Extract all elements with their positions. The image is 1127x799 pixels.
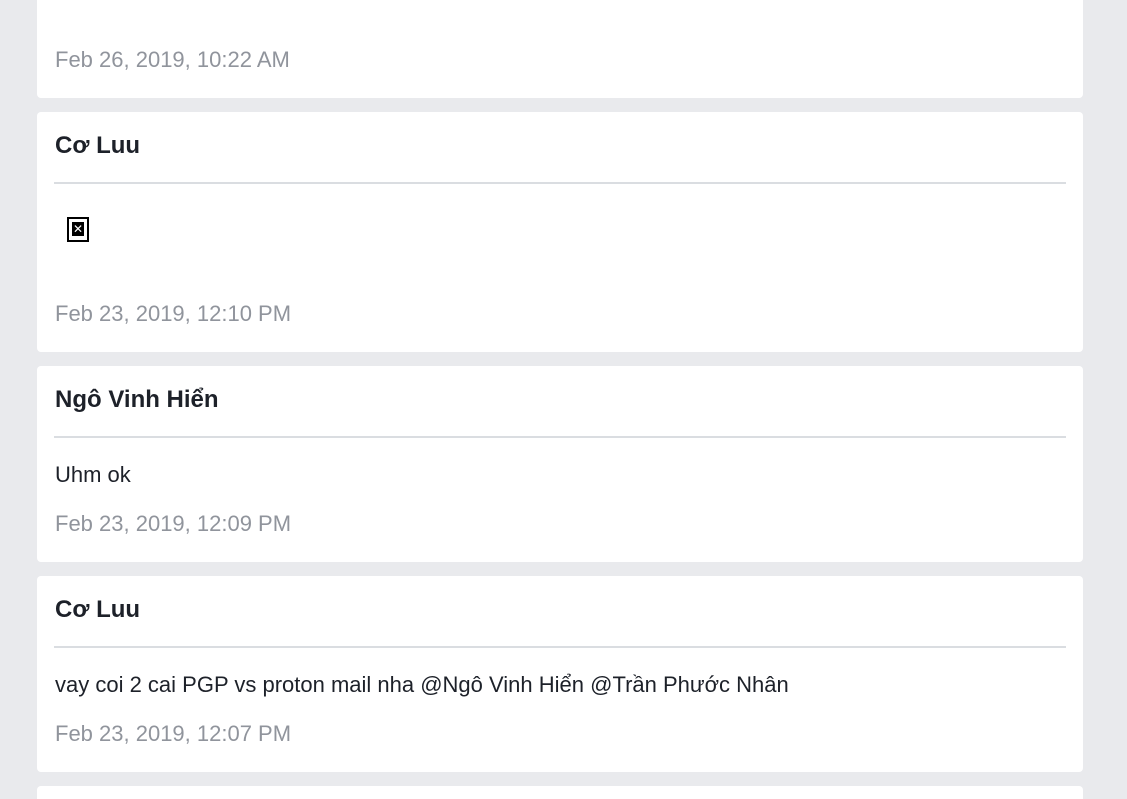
message-divider	[54, 436, 1066, 438]
close-icon: ✕	[72, 222, 84, 236]
message-card	[37, 786, 1083, 799]
message-timestamp: Feb 23, 2019, 12:09 PM	[55, 511, 292, 536]
message-card: Cơ Luu vay coi 2 cai PGP vs proton mail …	[37, 576, 1083, 772]
message-sender[interactable]: Cơ Luu	[55, 132, 140, 160]
message-divider	[54, 182, 1066, 184]
message-sender[interactable]: Cơ Luu	[55, 596, 140, 624]
message-divider	[54, 646, 1066, 648]
message-timestamp: Feb 23, 2019, 12:07 PM	[55, 721, 292, 746]
message-sender[interactable]: Ngô Vinh Hiển	[55, 386, 219, 414]
message-card: Feb 26, 2019, 10:22 AM	[37, 0, 1083, 98]
message-timestamp: Feb 26, 2019, 10:22 AM	[55, 47, 290, 72]
message-card: Ngô Vinh Hiển Uhm ok Feb 23, 2019, 12:09…	[37, 366, 1083, 562]
message-body: vay coi 2 cai PGP vs proton mail nha @Ng…	[55, 672, 789, 697]
message-card: Cơ Luu ✕ Feb 23, 2019, 12:10 PM	[37, 112, 1083, 352]
message-timestamp: Feb 23, 2019, 12:10 PM	[55, 301, 292, 326]
message-feed: Feb 26, 2019, 10:22 AM Cơ Luu ✕ Feb 23, …	[0, 0, 1127, 799]
message-body: Uhm ok	[55, 462, 131, 487]
broken-image-icon[interactable]: ✕	[67, 217, 89, 242]
